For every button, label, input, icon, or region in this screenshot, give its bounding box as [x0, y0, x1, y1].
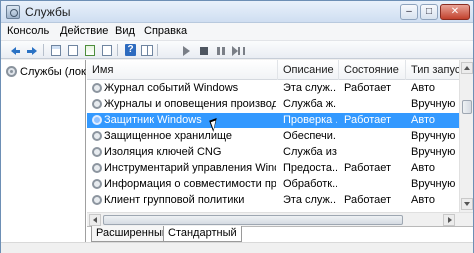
table-row[interactable]: Изоляция ключей CNG Служба из... Вручную	[87, 145, 459, 160]
service-name: Журналы и оповещения производите...	[104, 98, 276, 110]
tree-node-services[interactable]: Службы (лок	[6, 64, 86, 80]
refresh-icon[interactable]	[82, 43, 96, 57]
back-arrow-icon[interactable]	[8, 43, 22, 57]
title-bar[interactable]: Службы – □ ✕	[1, 1, 473, 23]
gear-icon	[92, 147, 102, 157]
gear-icon	[92, 83, 102, 93]
service-name: Журнал событий Windows	[104, 82, 239, 94]
table-row[interactable]: Журнал событий Windows Эта служ... Работ…	[87, 81, 459, 96]
menu-help[interactable]: Справка	[144, 25, 187, 37]
service-name: Защищенное хранилище	[104, 130, 233, 142]
table-row[interactable]: Защищенное хранилище Обеспечи... Вручную	[87, 129, 459, 144]
service-startup: Вручную	[411, 98, 456, 110]
menu-action[interactable]: Действие	[60, 25, 108, 37]
service-description: Служба ж...	[283, 98, 337, 110]
tab-standard[interactable]: Стандартный	[163, 226, 242, 242]
maximize-button[interactable]: □	[420, 4, 438, 20]
close-button[interactable]: ✕	[440, 4, 470, 20]
gear-icon	[92, 179, 102, 189]
gear-icon	[92, 99, 102, 109]
play-icon[interactable]	[178, 43, 192, 57]
service-name: Изоляция ключей CNG	[104, 146, 222, 158]
service-description: Обеспечи...	[283, 130, 337, 142]
toolbar-separator	[157, 44, 158, 56]
service-description: Служба из...	[283, 146, 337, 158]
gear-icon	[92, 115, 102, 125]
column-header-name[interactable]: Имя	[87, 60, 278, 80]
chevron-right-icon	[448, 217, 452, 223]
gear-icon	[6, 66, 17, 77]
services-app-icon	[6, 5, 20, 19]
restart-icon[interactable]	[230, 43, 245, 57]
chevron-up-icon	[464, 66, 470, 70]
tab-extended[interactable]: Расширенный	[91, 226, 173, 242]
service-startup: Вручную	[411, 178, 456, 190]
list-header: Имя Описание Состояние Тип запус	[87, 60, 473, 80]
chevron-down-icon	[464, 202, 470, 206]
pause-icon[interactable]	[213, 43, 227, 57]
console-tree: Службы (лок	[2, 60, 86, 253]
view-tabs: Расширенный Стандартный	[87, 226, 473, 242]
service-name: Клиент групповой политики	[104, 194, 245, 206]
services-list: Имя Описание Состояние Тип запус Журнал …	[87, 60, 473, 212]
toolbar: ?	[1, 41, 473, 59]
service-startup: Авто	[411, 82, 435, 94]
tree-node-label: Службы (лок	[20, 66, 86, 78]
service-description: Обработк...	[283, 178, 337, 190]
vertical-scrollbar[interactable]	[459, 60, 473, 212]
column-header-startup[interactable]: Тип запус	[406, 60, 459, 80]
service-name: Защитник Windows	[104, 114, 202, 126]
toolbar-separator	[43, 44, 44, 56]
horizontal-scrollbar[interactable]	[87, 212, 473, 226]
service-state: Работает	[344, 162, 392, 174]
minimize-button[interactable]: –	[400, 4, 418, 20]
vertical-scroll-thumb[interactable]	[462, 100, 472, 114]
table-row[interactable]: Информация о совместимости прило... Обра…	[87, 177, 459, 192]
service-startup: Авто	[411, 162, 435, 174]
table-row-selected[interactable]: Защитник Windows Проверка ... Работает А…	[87, 113, 459, 128]
status-bar	[1, 242, 473, 253]
scroll-down-button[interactable]	[461, 198, 473, 210]
service-description: Эта служ...	[283, 82, 337, 94]
table-row[interactable]: Инструментарий управления Windows Предос…	[87, 161, 459, 176]
service-startup: Вручную	[411, 130, 456, 142]
scroll-right-button[interactable]	[443, 214, 455, 226]
menu-console[interactable]: Консоль	[7, 25, 49, 37]
gear-icon	[92, 163, 102, 173]
service-startup: Авто	[411, 114, 435, 126]
gear-icon	[92, 131, 102, 141]
service-name: Информация о совместимости прило...	[104, 178, 276, 190]
menu-view[interactable]: Вид	[115, 25, 135, 37]
column-header-description[interactable]: Описание	[278, 60, 339, 80]
service-state: Работает	[344, 194, 392, 206]
content-area: Службы (лок Имя Описание Состояние Тип з…	[1, 60, 473, 253]
forward-arrow-icon[interactable]	[25, 43, 39, 57]
service-startup: Вручную	[411, 146, 456, 158]
service-startup: Авто	[411, 194, 435, 206]
table-row[interactable]: Клиент групповой политики Эта служ... Ра…	[87, 193, 459, 208]
menu-bar: Консоль Действие Вид Справка	[1, 23, 473, 41]
service-description: Эта служ...	[283, 194, 337, 206]
column-header-state[interactable]: Состояние	[339, 60, 406, 80]
horizontal-scroll-thumb[interactable]	[103, 215, 403, 225]
help-icon[interactable]: ?	[122, 43, 136, 57]
scroll-up-button[interactable]	[461, 62, 473, 74]
table-row[interactable]: Журналы и оповещения производите... Служ…	[87, 97, 459, 112]
service-name: Инструментарий управления Windows	[104, 162, 276, 174]
toolbar-separator	[117, 44, 118, 56]
service-state: Работает	[344, 114, 392, 126]
scroll-left-button[interactable]	[89, 214, 101, 226]
service-description: Проверка ...	[283, 114, 337, 126]
properties-icon[interactable]	[65, 43, 79, 57]
export-list-icon[interactable]	[99, 43, 113, 57]
stop-icon[interactable]	[196, 43, 210, 57]
console-tree-icon[interactable]	[48, 43, 62, 57]
window-title: Службы	[25, 5, 71, 19]
gear-icon	[92, 195, 102, 205]
service-state: Работает	[344, 82, 392, 94]
details-view-icon[interactable]	[139, 43, 153, 57]
service-description: Предоста...	[283, 162, 337, 174]
services-window: Службы – □ ✕ Консоль Действие Вид Справк…	[0, 0, 474, 253]
chevron-left-icon	[93, 217, 97, 223]
